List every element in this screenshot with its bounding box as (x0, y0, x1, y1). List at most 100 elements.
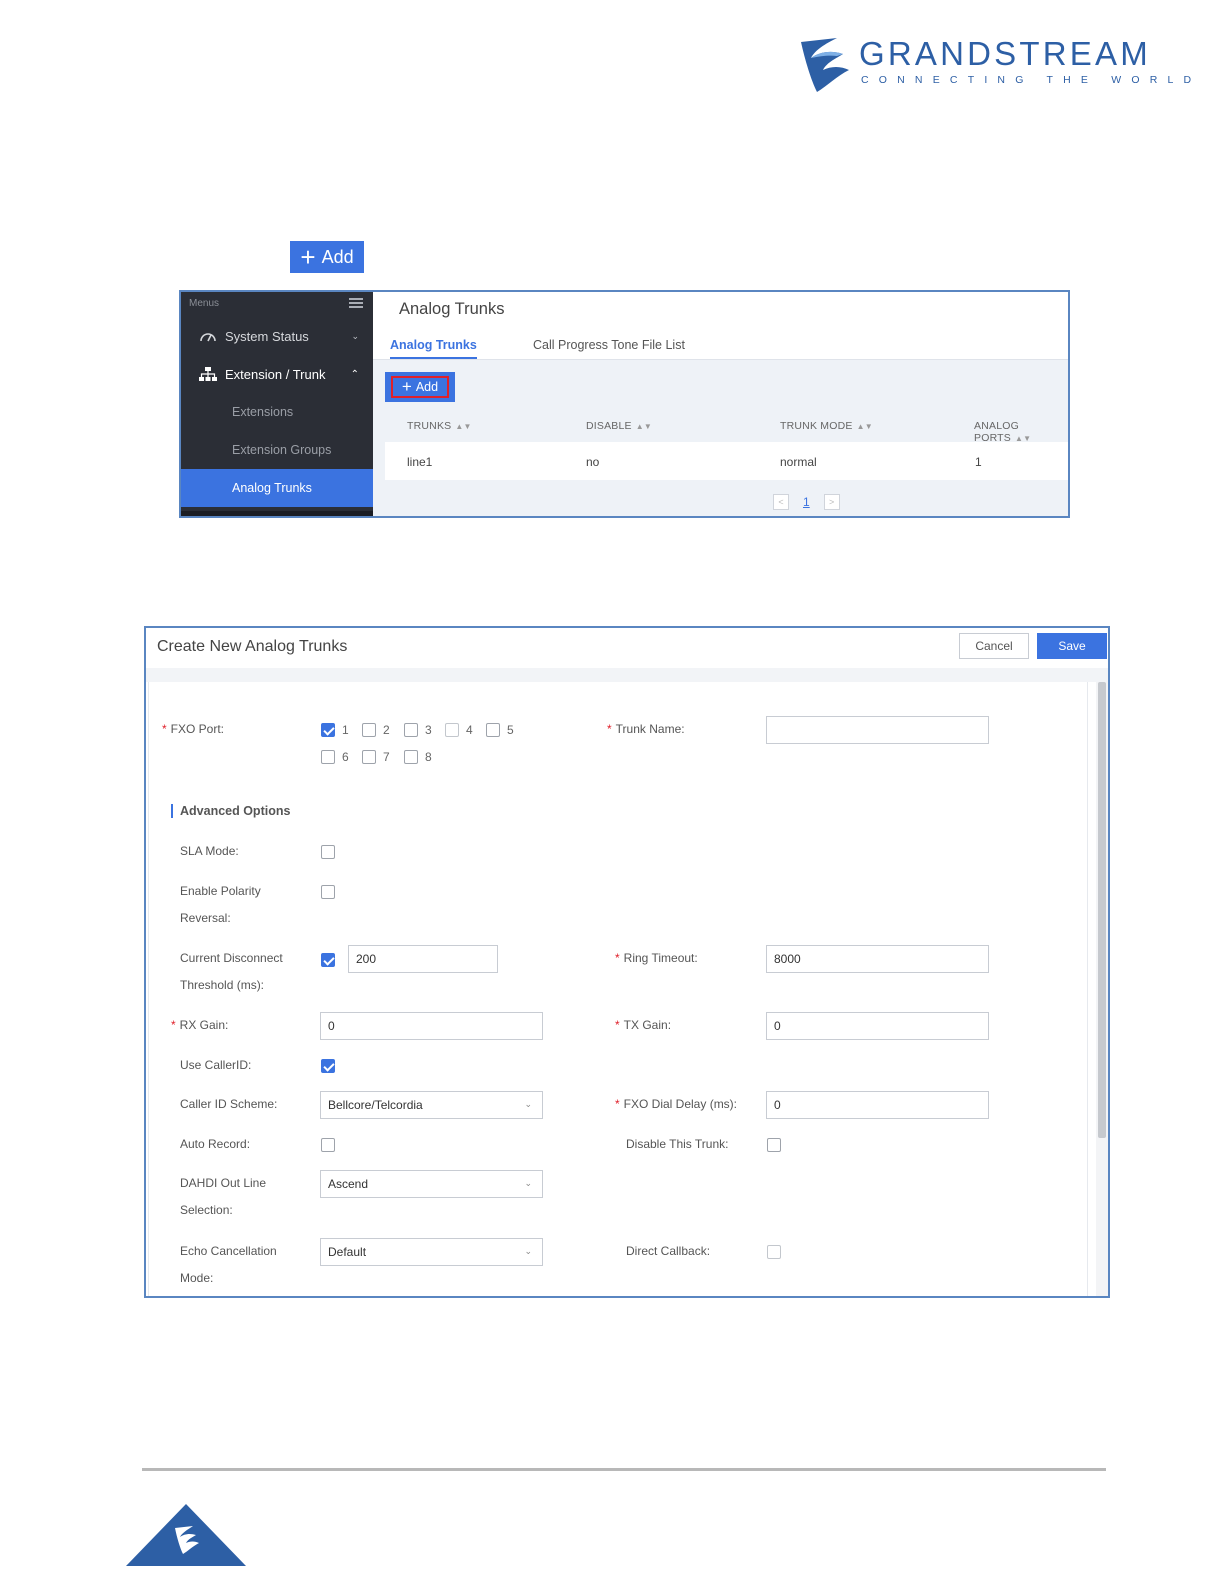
disconnect-label-line1: Current Disconnect (180, 951, 283, 965)
trunk-list-panel: + Add TRUNKS ▲▼ DISABLE ▲▼ TRUNK MODE ▲▼ AN… (373, 360, 1068, 516)
next-page-button[interactable]: > (823, 494, 840, 510)
polarity-label-line2: Reversal: (180, 911, 231, 925)
add-button-large[interactable]: + Add (290, 241, 364, 273)
polarity-label-line1: Enable Polarity (180, 884, 261, 898)
cancel-button[interactable]: Cancel (959, 633, 1029, 659)
dahdi-label-line1: DAHDI Out Line (180, 1176, 267, 1190)
menu-collapse-icon[interactable] (349, 298, 363, 308)
fxo-port-8-checkbox[interactable] (404, 750, 418, 764)
footer-divider (142, 1468, 1106, 1471)
callerid-scheme-label: Caller ID Scheme: (180, 1097, 278, 1111)
advanced-options-heading: Advanced Options (171, 804, 290, 818)
sidebar-item-label: System Status (225, 328, 309, 344)
pagination: < 1 > (773, 494, 840, 510)
trunk-name-input[interactable] (766, 716, 989, 744)
echo-cancellation-select[interactable]: Default ⌄ (320, 1238, 543, 1266)
cell-trunk-mode: normal (780, 455, 817, 469)
use-callerid-checkbox[interactable] (321, 1059, 335, 1073)
column-header-trunk-mode[interactable]: TRUNK MODE ▲▼ (780, 420, 873, 432)
logo-wordmark: GRANDSTREAM (859, 35, 1151, 72)
prev-page-button[interactable]: < (773, 494, 789, 510)
disconnect-threshold-input[interactable]: 200 (348, 945, 498, 973)
add-highlight-box: + Add (391, 376, 449, 398)
sla-mode-checkbox[interactable] (321, 845, 335, 859)
sidebar-item-system-status[interactable]: System Status ⌄ (181, 317, 373, 355)
chevron-down-icon: ⌄ (524, 1246, 532, 1256)
dahdi-selection-select[interactable]: Ascend ⌄ (320, 1170, 543, 1198)
add-button-label: Add (321, 246, 354, 267)
sidebar-item-analog-trunks[interactable]: Analog Trunks (181, 469, 373, 507)
gauge-icon (199, 329, 219, 343)
scrollbar[interactable] (1098, 682, 1106, 1138)
ring-timeout-input[interactable]: 8000 (766, 945, 989, 973)
analog-trunks-screenshot: Menus System Status ⌄ Extension / Trunk … (179, 290, 1070, 518)
fxo-port-label: * FXO Port: (162, 722, 225, 736)
grandstream-logo: GRANDSTREAM CONNECTING THE WORLD (797, 35, 1191, 94)
ring-timeout-label: * Ring Timeout: (615, 951, 698, 965)
column-header-trunks[interactable]: TRUNKS ▲▼ (407, 420, 472, 432)
sort-icon: ▲▼ (856, 422, 873, 431)
echo-label-line2: Mode: (180, 1271, 214, 1285)
network-icon (199, 367, 219, 381)
sidebar: Menus System Status ⌄ Extension / Trunk … (181, 292, 373, 516)
dahdi-label-line2: Selection: (180, 1203, 233, 1217)
plus-icon: + (300, 242, 316, 272)
sidebar-item-extensions[interactable]: Extensions (181, 393, 373, 431)
cell-trunk: line1 (407, 455, 433, 469)
cell-analog-ports: 1 (975, 455, 982, 469)
logo-tagline: CONNECTING THE WORLD (861, 74, 1202, 86)
use-callerid-label: Use CallerID: (180, 1058, 252, 1072)
disconnect-threshold-checkbox[interactable] (321, 953, 335, 967)
sidebar-item-label: Extension / Trunk (225, 366, 326, 382)
tab-call-progress-tone[interactable]: Call Progress Tone File List (533, 338, 685, 352)
echo-label-line1: Echo Cancellation (180, 1244, 277, 1258)
fxo-port-4-checkbox[interactable] (445, 723, 459, 737)
sidebar-item-extension-trunk[interactable]: Extension / Trunk ⌃ (181, 355, 373, 393)
fxo-port-number: 1 (342, 723, 349, 737)
disconnect-label-line2: Threshold (ms): (180, 978, 265, 992)
fxo-port-number: 4 (466, 723, 473, 737)
tab-analog-trunks[interactable]: Analog Trunks (390, 338, 477, 359)
fxo-port-2-checkbox[interactable] (362, 723, 376, 737)
sort-icon: ▲▼ (455, 422, 472, 431)
polarity-reversal-checkbox[interactable] (321, 885, 335, 899)
tx-gain-input[interactable]: 0 (766, 1012, 989, 1040)
chevron-down-icon: ⌄ (524, 1099, 532, 1109)
select-value: Default (328, 1245, 367, 1259)
chevron-up-icon: ⌃ (350, 368, 359, 380)
dialog-divider (146, 668, 1108, 682)
grandstream-swirl-icon (801, 38, 849, 92)
sidebar-footer (181, 511, 373, 516)
rx-gain-input[interactable]: 0 (320, 1012, 543, 1040)
fxo-port-5-checkbox[interactable] (486, 723, 500, 737)
disable-trunk-label: Disable This Trunk: (626, 1137, 729, 1151)
footer-logo-badge (126, 1504, 246, 1566)
fxo-port-number: 7 (383, 750, 390, 764)
fxo-port-3-checkbox[interactable] (404, 723, 418, 737)
dial-delay-input[interactable]: 0 (766, 1091, 989, 1119)
fxo-port-7-checkbox[interactable] (362, 750, 376, 764)
direct-callback-checkbox[interactable] (767, 1245, 781, 1259)
sidebar-item-extension-groups[interactable]: Extension Groups (181, 431, 373, 469)
chevron-down-icon: ⌄ (351, 330, 359, 341)
callerid-scheme-select[interactable]: Bellcore/Telcordia ⌄ (320, 1091, 543, 1119)
column-header-disable[interactable]: DISABLE ▲▼ (586, 420, 652, 432)
disable-trunk-checkbox[interactable] (767, 1138, 781, 1152)
dialog-title: Create New Analog Trunks (157, 638, 348, 655)
table-row[interactable]: line1 no normal 1 (385, 442, 1068, 480)
rx-gain-label: * RX Gain: (171, 1018, 229, 1032)
fxo-port-6-checkbox[interactable] (321, 750, 335, 764)
save-button[interactable]: Save (1037, 633, 1107, 659)
column-header-analog-ports[interactable]: ANALOG PORTS ▲▼ (974, 420, 1068, 444)
table-header: TRUNKS ▲▼ DISABLE ▲▼ TRUNK MODE ▲▼ ANALOG P… (385, 414, 1068, 444)
add-trunk-button[interactable]: + Add (385, 372, 455, 402)
fxo-port-number: 5 (507, 723, 514, 737)
fxo-port-number: 6 (342, 750, 349, 764)
fxo-port-1-checkbox[interactable] (321, 723, 335, 737)
auto-record-checkbox[interactable] (321, 1138, 335, 1152)
plus-icon: + (401, 377, 412, 396)
page-title: Analog Trunks (399, 300, 505, 318)
page-number[interactable]: 1 (803, 495, 810, 509)
chevron-down-icon: ⌄ (524, 1178, 532, 1188)
sla-mode-label: SLA Mode: (180, 844, 239, 858)
